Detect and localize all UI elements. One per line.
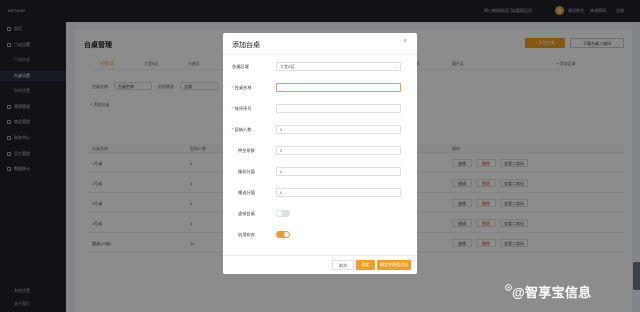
seq-label: *排序序号 xyxy=(232,106,272,112)
close-icon[interactable]: × xyxy=(403,38,407,45)
watermark: @智享宝信息 xyxy=(512,285,592,300)
enabled-label: 启用状态 xyxy=(238,232,255,237)
service-fee-input[interactable]: 0 xyxy=(276,167,401,176)
sort-number-input[interactable] xyxy=(276,104,401,113)
deposit-input[interactable]: 0 xyxy=(276,146,401,155)
toggle-knob xyxy=(284,232,289,237)
enabled-toggle[interactable] xyxy=(276,231,290,238)
ok-and-continue-button[interactable]: 确定并继续添加 xyxy=(377,260,411,270)
table-name-input[interactable] xyxy=(276,83,401,92)
capacity-label: *容纳人数 xyxy=(232,127,272,133)
required-mark: * xyxy=(232,106,234,111)
area-select-value: 大堂A区 xyxy=(280,64,295,69)
virtual-label: 虚拟台桌 xyxy=(238,211,255,216)
add-table-dialog: 添加台桌 × 台桌区域 大堂A区 ⌄ *台桌名称 *排序序号 *容纳人数 0 押… xyxy=(223,33,417,274)
service-fee-label: 服务分值 xyxy=(238,169,255,174)
reward-input[interactable]: 0 xyxy=(276,188,401,197)
required-mark: * xyxy=(232,85,234,90)
label-text: 排序序号 xyxy=(234,106,252,111)
dialog-title: 添加台桌 xyxy=(232,42,260,49)
toggle-knob xyxy=(277,211,282,216)
reward-label: 赠送分值 xyxy=(238,190,255,195)
label-text: 台桌区域 xyxy=(232,64,249,69)
label-text: 台桌名称 xyxy=(234,85,252,90)
divider xyxy=(223,54,417,55)
chevron-down-icon: ⌄ xyxy=(393,64,397,69)
ok-button[interactable]: 确定 xyxy=(356,260,375,270)
area-select[interactable]: 大堂A区 ⌄ xyxy=(276,62,401,71)
virtual-table-toggle[interactable] xyxy=(276,210,290,217)
label-text: 容纳人数 xyxy=(234,127,252,132)
side-float-tab[interactable] xyxy=(633,262,640,290)
capacity-input[interactable]: 0 xyxy=(276,125,401,134)
watermark-logo-icon xyxy=(505,284,512,291)
divider xyxy=(223,255,417,256)
name-label: *台桌名称 xyxy=(232,85,272,91)
deposit-label: 押金系数 xyxy=(238,148,255,153)
area-label: 台桌区域 xyxy=(232,64,272,70)
required-mark: * xyxy=(232,127,234,132)
cancel-button[interactable]: 取消 xyxy=(332,260,354,270)
